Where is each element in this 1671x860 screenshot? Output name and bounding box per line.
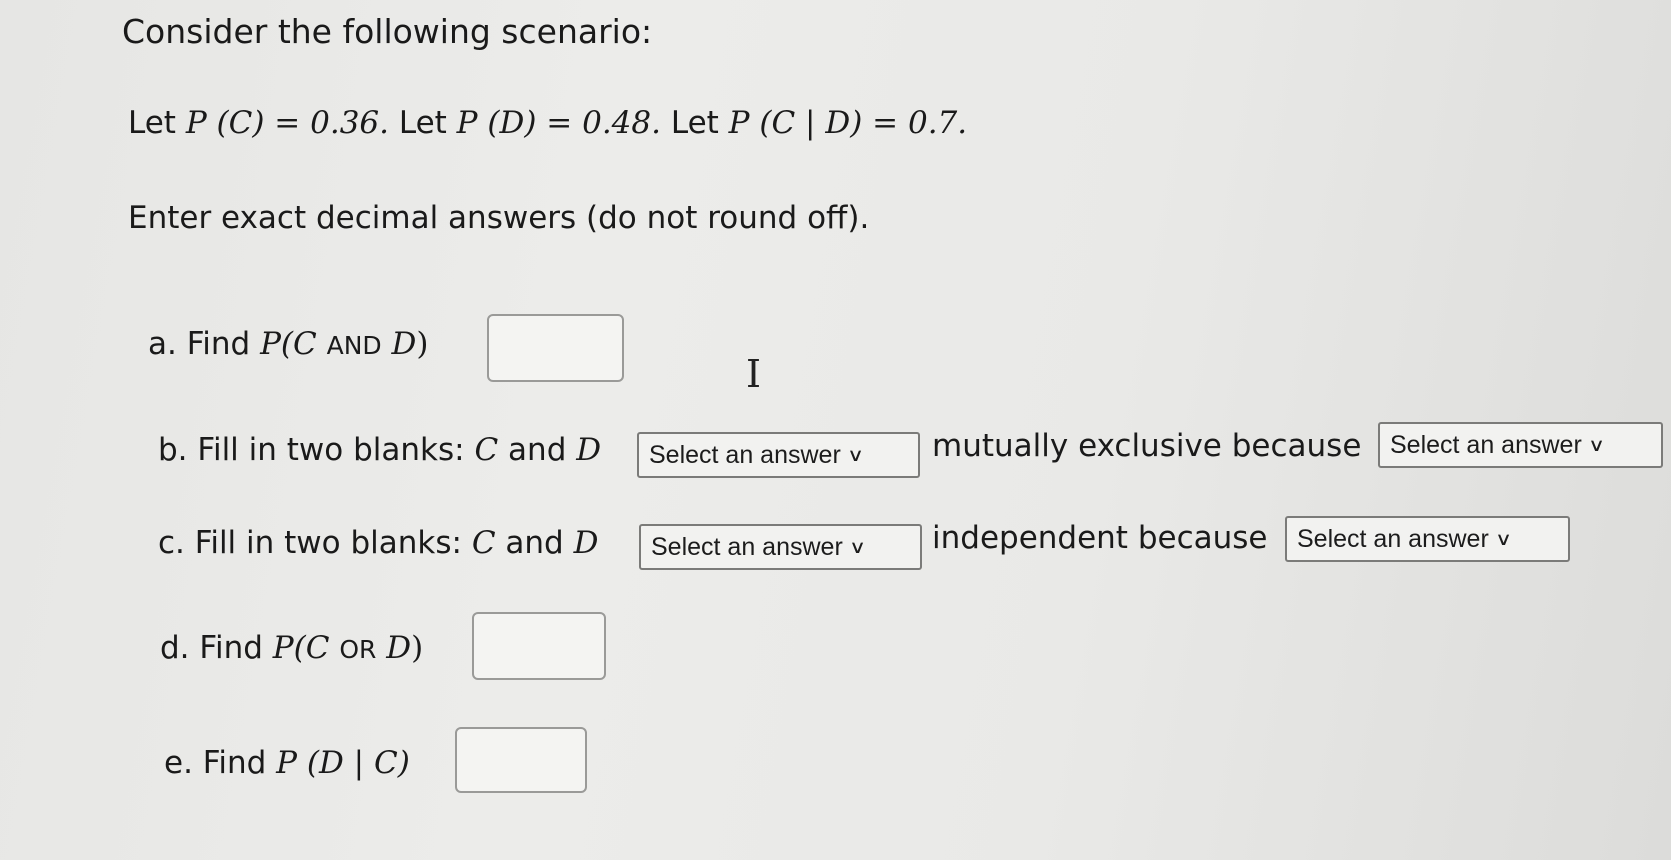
answer-e-input[interactable]	[455, 727, 587, 793]
expr-d: D	[386, 630, 412, 666]
var-d: D	[573, 525, 599, 561]
independent-text: independent because	[932, 520, 1268, 556]
page-title: Consider the following scenario:	[122, 12, 653, 51]
expr-d: D	[391, 326, 417, 362]
select-value: Select an answer	[649, 440, 841, 469]
and-label: and	[505, 525, 564, 561]
chevron-down-icon: ∨	[1494, 528, 1512, 549]
expr-p: P(	[272, 630, 306, 666]
expr-op: AND	[326, 331, 382, 360]
expr-p: P(	[260, 326, 294, 362]
let-label: Let	[128, 105, 176, 141]
question-c: c. Fill in two blanks: C and D	[158, 525, 598, 561]
select-value: Select an answer	[651, 532, 843, 561]
independent-reason-select[interactable]: Select an answer ∨	[1285, 516, 1570, 562]
question-label: d. Find	[160, 630, 263, 666]
expr-close: )	[416, 326, 429, 362]
expr-op: OR	[339, 635, 377, 664]
expr-close: )	[411, 630, 424, 666]
chevron-down-icon: ∨	[848, 536, 866, 557]
chevron-down-icon: ∨	[846, 444, 864, 465]
and-label: and	[508, 432, 567, 468]
mutually-exclusive-reason-select[interactable]: Select an answer ∨	[1378, 422, 1663, 468]
var-c: C	[474, 432, 499, 468]
question-d: d. Find P(C OR D)	[160, 630, 423, 666]
var-d: D	[576, 432, 602, 468]
select-value: Select an answer	[1390, 430, 1582, 459]
let-label: Let	[398, 105, 447, 141]
given-pc: P (C) = 0.36.	[185, 105, 389, 141]
text-cursor-icon: I	[746, 352, 762, 396]
given-statement: Let P (C) = 0.36. Let P (D) = 0.48. Let …	[128, 105, 967, 141]
mutually-exclusive-text: mutually exclusive because	[932, 428, 1362, 464]
given-pd: P (D) = 0.48.	[456, 105, 661, 141]
select-value: Select an answer	[1297, 524, 1489, 553]
answer-d-input[interactable]	[472, 612, 606, 680]
chevron-down-icon: ∨	[1587, 434, 1605, 455]
question-b: b. Fill in two blanks: C and D	[158, 432, 601, 468]
var-c: C	[471, 525, 496, 561]
question-label: c. Fill in two blanks:	[158, 525, 462, 561]
answer-a-input[interactable]	[487, 314, 624, 382]
question-label: a. Find	[148, 326, 251, 362]
given-pcd: P (C | D) = 0.7.	[728, 105, 968, 141]
question-a: a. Find P(C AND D)	[148, 326, 429, 362]
mutually-exclusive-select[interactable]: Select an answer ∨	[637, 432, 920, 478]
independent-select[interactable]: Select an answer ∨	[639, 524, 922, 570]
instruction-text: Enter exact decimal answers (do not roun…	[128, 200, 870, 236]
question-label: b. Fill in two blanks:	[158, 432, 465, 468]
question-e: e. Find P (D | C)	[164, 745, 410, 781]
expr-c: C	[305, 630, 330, 666]
expr-c: C	[293, 326, 317, 362]
question-label: e. Find	[164, 745, 267, 781]
expr-dc: P (D | C)	[276, 745, 410, 781]
let-label: Let	[670, 105, 719, 141]
